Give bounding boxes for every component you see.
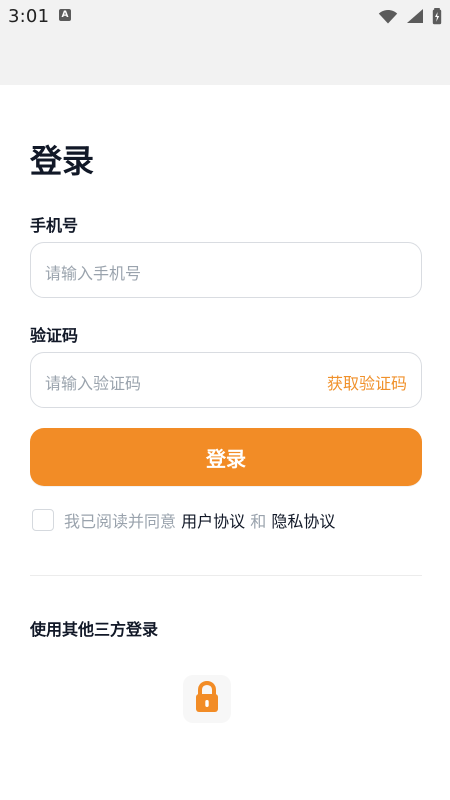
verification-code-input[interactable]: 请输入验证码 获取验证码 [30,352,422,408]
user-agreement-link[interactable]: 用户协议 [181,512,245,531]
phone-label: 手机号 [30,216,79,235]
agreement-checkbox[interactable] [32,509,54,531]
battery-icon [432,7,442,25]
login-screen: 3:01 A 登录 手机号 请输入手机号 验证码 请输入验证码 获取验证码 登录… [0,0,450,800]
get-verification-code-button[interactable]: 获取验证码 [327,370,407,394]
agreement-and-text: 和 [250,512,267,531]
agreement-prefix: 我已阅读并同意 [64,512,177,531]
keyboard-badge-icon: A [59,9,71,21]
phone-placeholder: 请输入手机号 [45,264,142,283]
agreement-row: 我已阅读并同意 用户协议 和 隐私协议 [32,508,335,532]
verification-code-placeholder: 请输入验证码 [45,374,142,393]
verification-code-label: 验证码 [30,326,79,345]
privacy-agreement-link[interactable]: 隐私协议 [271,512,335,531]
login-button-label: 登录 [206,446,246,471]
signal-icon [406,8,424,24]
third-party-lock-button[interactable] [183,675,231,723]
agreement-text: 我已阅读并同意 用户协议 和 隐私协议 [64,508,335,532]
status-right-icons [378,6,442,26]
section-divider [30,575,422,576]
status-bar: 3:01 A [0,0,450,32]
status-time: 3:01 [8,6,50,27]
page-title: 登录 [30,142,95,180]
wifi-icon [378,8,398,24]
third-party-login-label: 使用其他三方登录 [30,620,159,639]
phone-input[interactable]: 请输入手机号 [30,242,422,298]
login-button[interactable]: 登录 [30,428,422,486]
lock-icon [192,680,222,718]
